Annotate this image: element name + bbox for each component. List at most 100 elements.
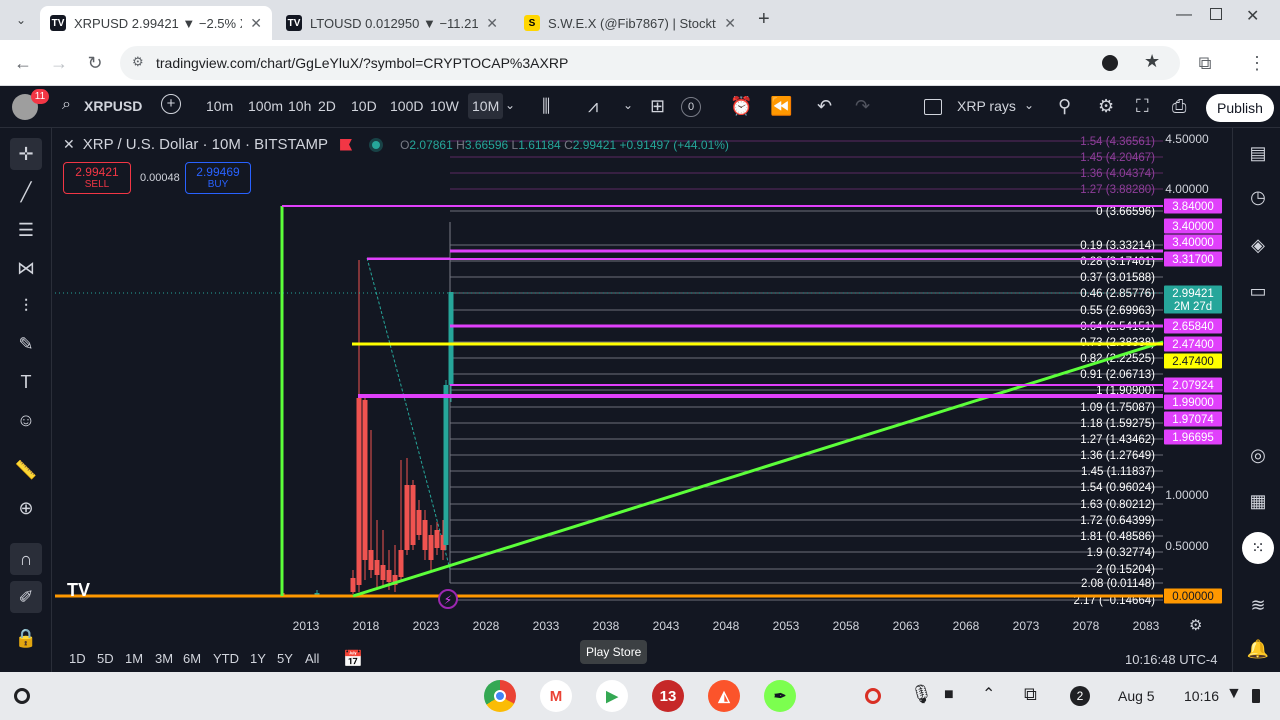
notification-count[interactable]: 2	[1070, 686, 1090, 706]
stream-icon[interactable]: ≋	[1245, 592, 1271, 618]
range-5D[interactable]: 5D	[97, 651, 114, 666]
fullscreen-icon[interactable]: ⛶	[1136, 96, 1149, 117]
ruler-icon[interactable]: 📏	[10, 454, 42, 486]
tab-ltousd[interactable]: TV LTOUSD 0.012950 ▼ −11.21% ✕	[276, 6, 508, 40]
range-5Y[interactable]: 5Y	[277, 651, 293, 666]
symbol-search-button[interactable]: XRPUSD	[84, 98, 142, 114]
clock-text[interactable]: 10:16:48 UTC-4	[1125, 652, 1218, 667]
minimize-icon[interactable]: —	[1176, 6, 1192, 24]
chart-pane[interactable]: 2013 2018 2023 2028 2033 2038 2043 2048 2053 2058…	[55, 130, 1232, 640]
text-icon[interactable]: T	[10, 366, 42, 398]
close-tab-icon[interactable]: ✕	[486, 15, 498, 32]
close-tab-icon[interactable]: ✕	[724, 15, 736, 32]
range-YTD[interactable]: YTD	[213, 651, 239, 666]
range-1D[interactable]: 1D	[69, 651, 86, 666]
forward-icon[interactable]: →	[44, 48, 74, 78]
bookmark-star-icon[interactable]: ★	[1144, 51, 1160, 72]
battery-icon[interactable]	[1252, 689, 1260, 703]
range-1Y[interactable]: 1Y	[250, 651, 266, 666]
more-menu-icon[interactable]: ⋮	[1242, 48, 1272, 78]
tab-stocktwits[interactable]: S S.W.E.X (@Fib7867) | Stocktwits ✕	[514, 6, 746, 40]
time-text[interactable]: 10:16	[1184, 688, 1219, 704]
alert-icon[interactable]: ⏰	[730, 96, 752, 117]
interval-100m[interactable]: 100m	[248, 98, 283, 114]
notifications-bell-icon[interactable]: 🔔	[1245, 636, 1271, 662]
interval-10D[interactable]: 10D	[351, 98, 377, 114]
templates-icon[interactable]: ⊞	[650, 96, 665, 117]
range-1M[interactable]: 1M	[125, 651, 143, 666]
flag-icon[interactable]	[340, 138, 353, 151]
sell-button[interactable]: 2.99421 SELL	[63, 162, 131, 194]
go-to-date-icon[interactable]: 📅	[343, 649, 363, 669]
interval-dropdown-icon[interactable]: ⌄	[505, 98, 515, 112]
wifi-icon[interactable]: ▼	[1226, 685, 1242, 703]
play-store-icon[interactable]: ▶	[596, 680, 628, 712]
date-text[interactable]: Aug 5	[1118, 688, 1155, 704]
new-tab-icon[interactable]: +	[758, 8, 770, 31]
camera-icon[interactable]: ■	[944, 686, 954, 704]
range-3M[interactable]: 3M	[155, 651, 173, 666]
publish-button[interactable]: Publish	[1206, 94, 1274, 122]
close-window-icon[interactable]: ✕	[1246, 6, 1259, 26]
interval-2D[interactable]: 2D	[318, 98, 336, 114]
indicators-icon[interactable]: ⩘	[588, 96, 598, 117]
candles-chart-type-icon[interactable]: ⫼	[542, 96, 550, 117]
target-icon[interactable]: ◎	[1245, 442, 1271, 468]
chart-canvas[interactable]: 2013 2018 2023 2028 2033 2038 2043 2048 2053 2058…	[55, 130, 1232, 640]
magnet-icon[interactable]: ∩	[10, 543, 42, 575]
axis-settings-icon[interactable]: ⚙	[1189, 616, 1202, 634]
crosshair-icon[interactable]: ✛	[10, 138, 42, 170]
layout-checkbox-icon[interactable]	[924, 99, 942, 115]
layers-icon[interactable]: ◈	[1245, 232, 1271, 258]
undo-icon[interactable]: ↶	[817, 96, 832, 117]
interval-10M[interactable]: 10M	[468, 93, 504, 119]
hide-legend-icon[interactable]: ✕	[63, 136, 75, 153]
alerts-clock-icon[interactable]: ◷	[1245, 184, 1271, 210]
fib-retracement-icon[interactable]: ☰	[10, 214, 42, 246]
redo-icon[interactable]: ↷	[855, 96, 870, 117]
app-badge-icon[interactable]: 13	[652, 680, 684, 712]
screen-record-icon[interactable]	[865, 688, 881, 704]
buy-button[interactable]: 2.99469 BUY	[185, 162, 251, 194]
layout-name[interactable]: XRP rays	[957, 98, 1016, 114]
interval-10h[interactable]: 10h	[288, 98, 311, 114]
site-info-icon[interactable]: ⚙	[132, 54, 144, 70]
snapshot-icon[interactable]: ⎙	[1172, 96, 1186, 117]
feather-app-icon[interactable]: ✒	[764, 680, 796, 712]
brave-icon[interactable]: ◭	[708, 680, 740, 712]
watchlist-icon[interactable]: ▤	[1245, 140, 1271, 166]
calendar-icon[interactable]: ▦	[1245, 488, 1271, 514]
apps-grid-icon[interactable]: ⁙	[1242, 532, 1274, 564]
quick-search-icon[interactable]: ⚲	[1058, 96, 1071, 117]
clipboard-icon[interactable]: ⧉	[1024, 684, 1037, 705]
prediction-icon[interactable]: ⫶	[10, 290, 42, 322]
chrome-icon[interactable]	[484, 680, 516, 712]
pattern-icon[interactable]: ⋈	[10, 252, 42, 284]
chevron-up-icon[interactable]: ⌃	[982, 684, 995, 704]
back-icon[interactable]: ←	[8, 48, 38, 78]
lock-icon[interactable]: 🔒	[10, 622, 42, 654]
tab-search-button[interactable]: ⌄	[8, 8, 34, 32]
search-icon[interactable]: ⌕	[62, 96, 71, 114]
chat-icon[interactable]: ▭	[1245, 278, 1271, 304]
brush-icon[interactable]: ✎	[10, 328, 42, 360]
launcher-icon[interactable]	[14, 688, 30, 704]
trend-line-icon[interactable]: ╱	[10, 176, 42, 208]
emoji-icon[interactable]: ☺	[10, 404, 42, 436]
compare-symbol-icon[interactable]: +	[161, 94, 181, 114]
range-All[interactable]: All	[305, 651, 319, 666]
url-input[interactable]: ⚙ tradingview.com/chart/GgLeYluX/?symbol…	[120, 46, 1180, 80]
range-6M[interactable]: 6M	[183, 651, 201, 666]
gmail-icon[interactable]: M	[540, 680, 572, 712]
interval-10W[interactable]: 10W	[430, 98, 459, 114]
settings-icon[interactable]: ⚙	[1098, 96, 1114, 117]
interval-10m[interactable]: 10m	[206, 98, 233, 114]
replay-icon[interactable]: ⏪	[770, 96, 792, 117]
reload-icon[interactable]: ↻	[80, 48, 110, 78]
maximize-icon[interactable]	[1210, 8, 1222, 20]
tab-xrpusd[interactable]: TV XRPUSD 2.99421 ▼ −2.5% XRP ✕	[40, 6, 272, 40]
indicators-dropdown-icon[interactable]: ⌄	[623, 98, 633, 112]
interval-100D[interactable]: 100D	[390, 98, 423, 114]
symbol-title[interactable]: XRP / U.S. Dollar · 10M · BITSTAMP	[83, 136, 328, 153]
microphone-icon[interactable]: 🎙	[910, 684, 933, 705]
